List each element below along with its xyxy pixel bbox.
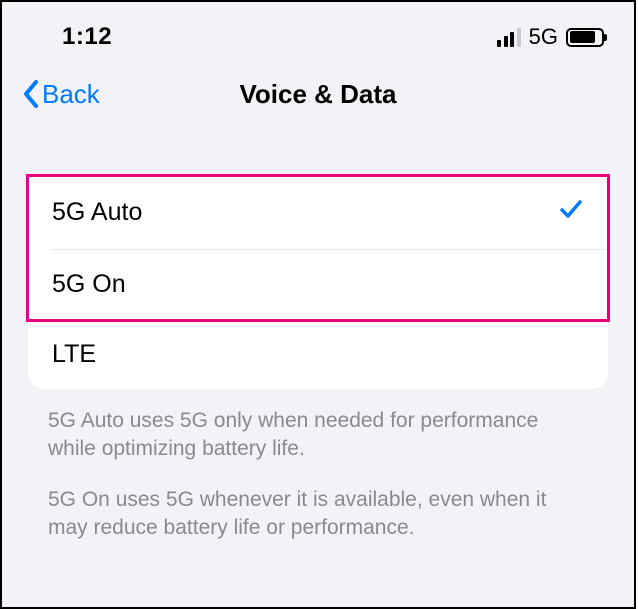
navigation-bar: Back Voice & Data xyxy=(2,62,634,132)
status-time: 1:12 xyxy=(62,23,112,51)
network-type-label: 5G xyxy=(529,24,558,50)
option-label: 5G On xyxy=(52,270,126,299)
checkmark-icon xyxy=(558,196,584,229)
device-frame: 1:12 5G Back Voice & Data 5G Auto xyxy=(0,0,636,609)
back-label: Back xyxy=(42,79,100,110)
option-5g-auto[interactable]: 5G Auto xyxy=(28,176,608,249)
footer-paragraph-2: 5G On uses 5G whenever it is available, … xyxy=(48,486,588,543)
battery-icon xyxy=(566,28,604,47)
footer-text: 5G Auto uses 5G only when needed for per… xyxy=(2,389,634,542)
footer-paragraph-1: 5G Auto uses 5G only when needed for per… xyxy=(48,407,588,464)
options-list: 5G Auto 5G On LTE xyxy=(28,176,608,389)
status-right: 5G xyxy=(497,24,604,50)
option-label: 5G Auto xyxy=(52,198,142,227)
back-button[interactable]: Back xyxy=(22,79,100,110)
option-lte[interactable]: LTE xyxy=(28,320,608,389)
option-5g-on[interactable]: 5G On xyxy=(28,250,608,319)
option-label: LTE xyxy=(52,340,96,369)
cellular-signal-icon xyxy=(497,28,521,47)
chevron-left-icon xyxy=(22,79,40,109)
status-bar: 1:12 5G xyxy=(2,2,634,62)
